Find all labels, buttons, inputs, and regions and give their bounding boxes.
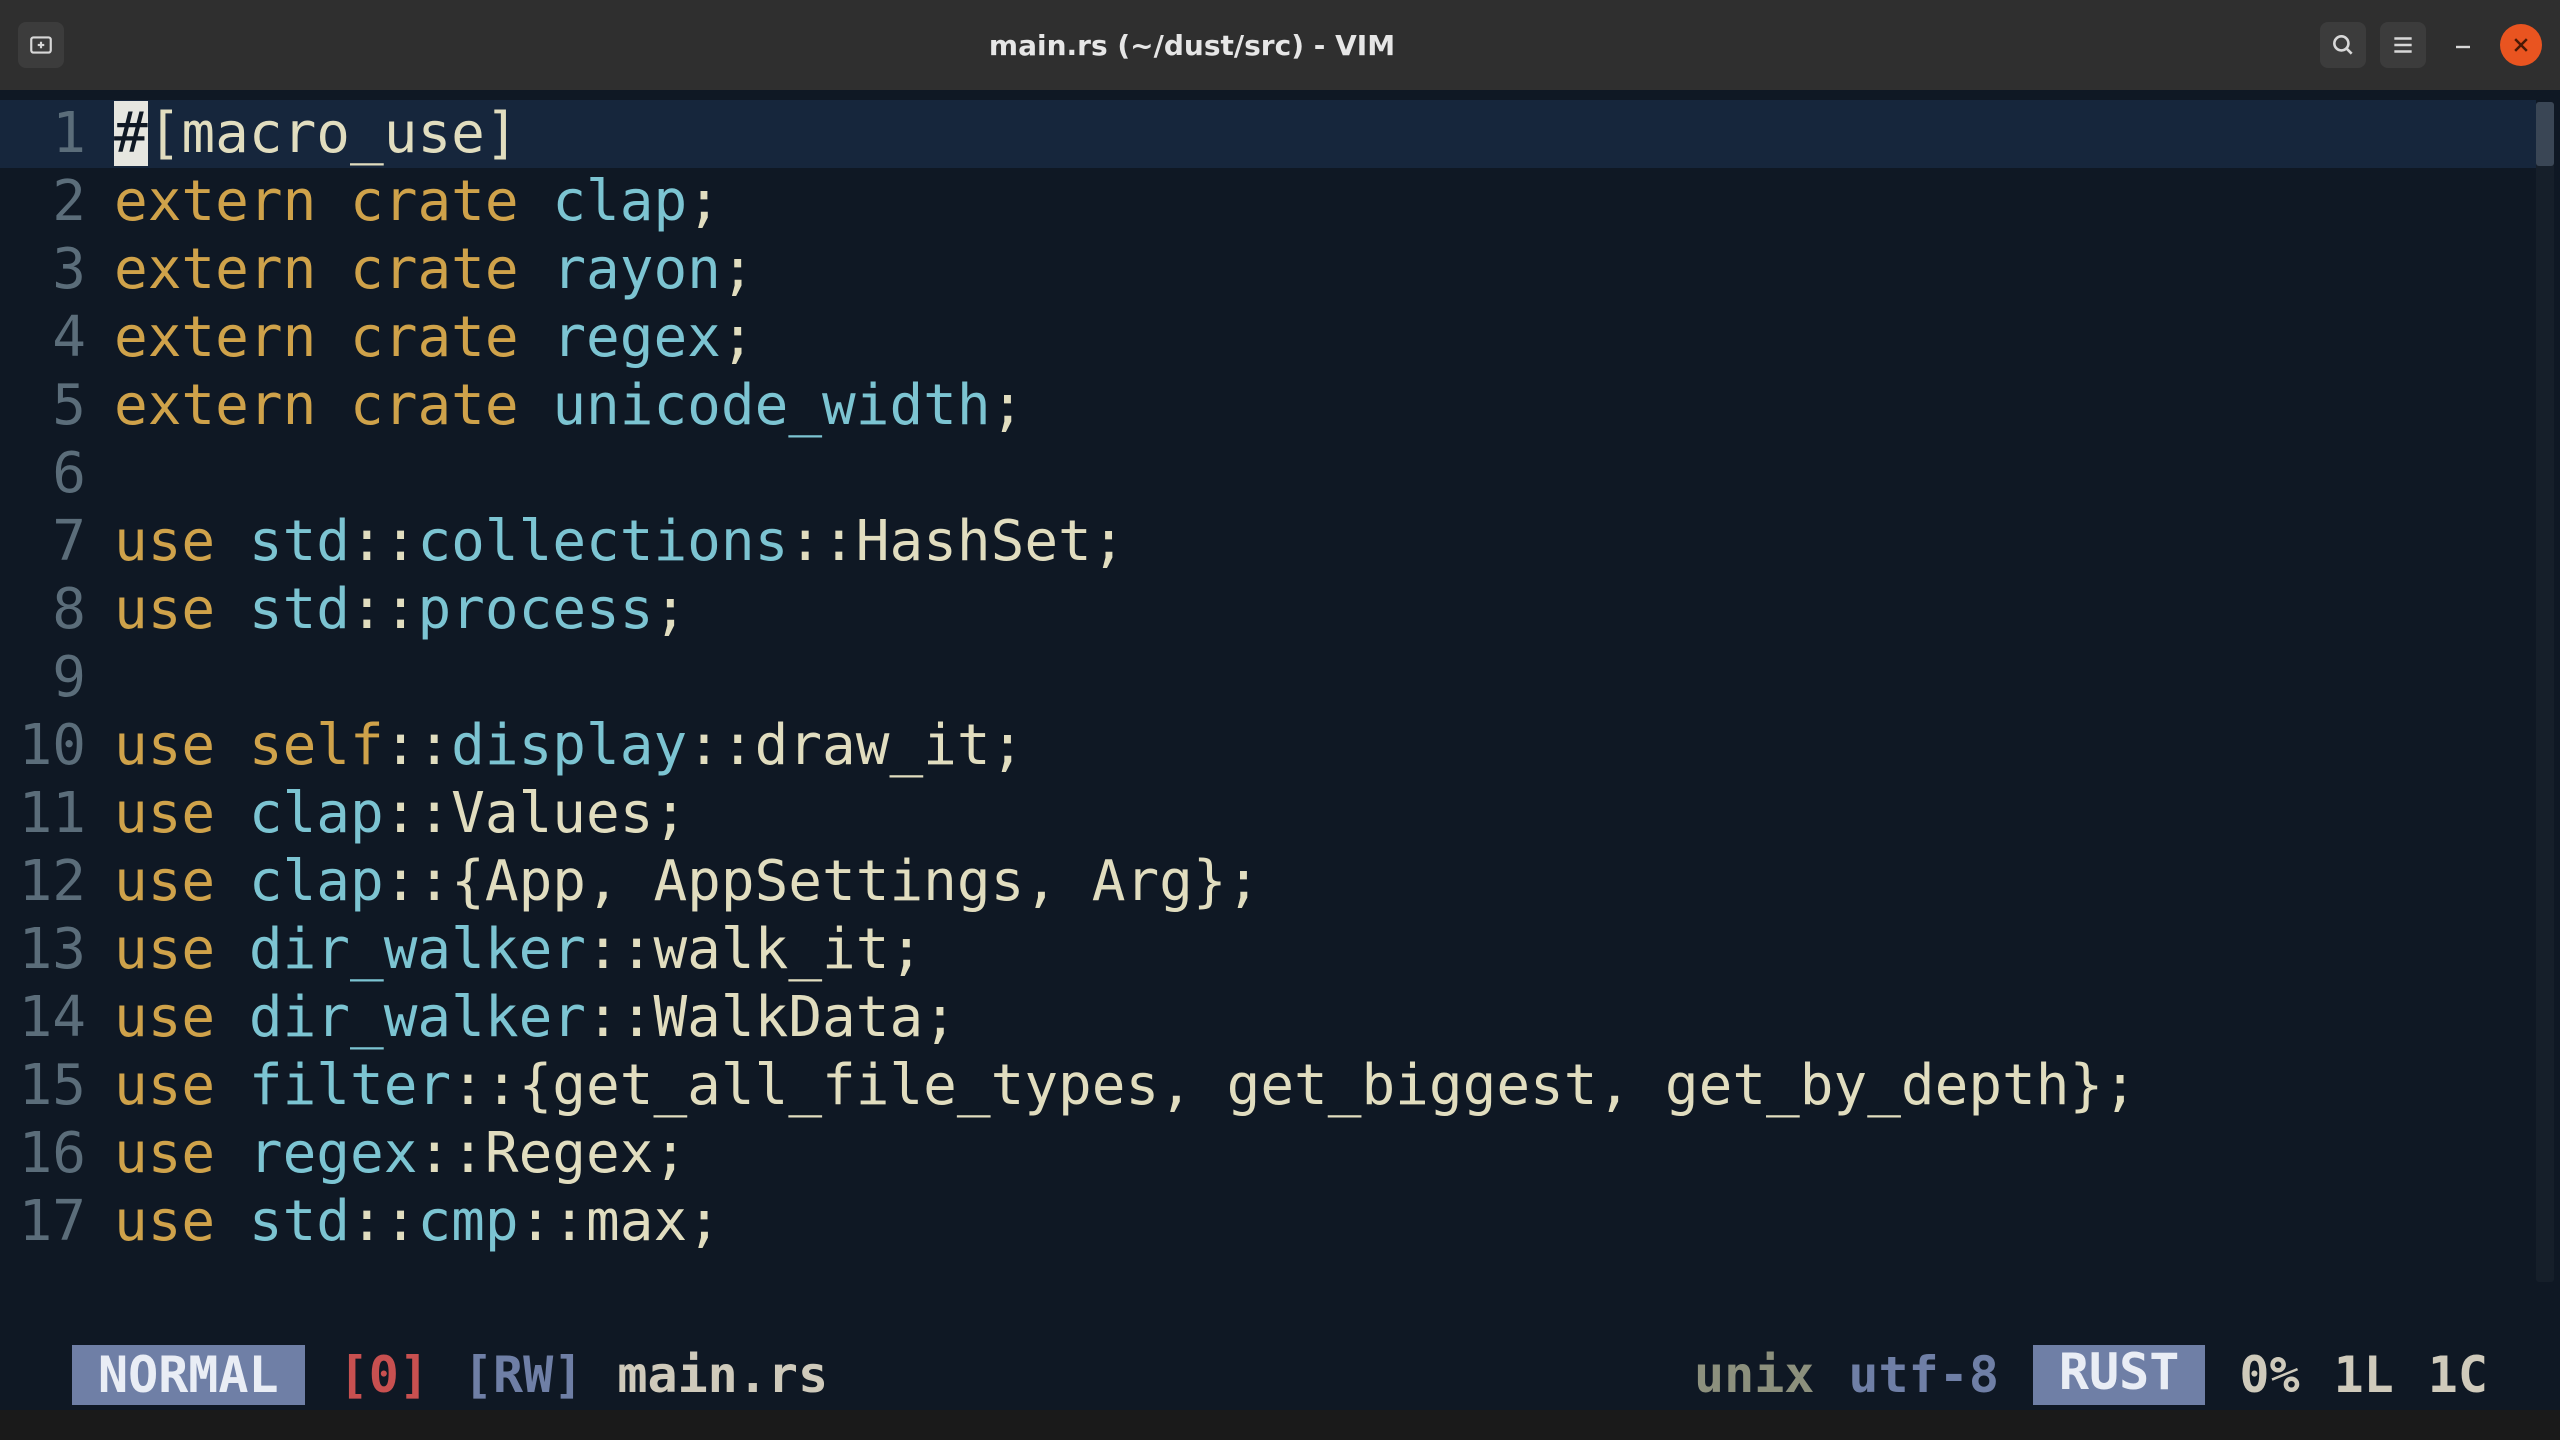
code-line[interactable]: 14use dir_walker::WalkData;	[10, 984, 2560, 1052]
statusline: NORMAL [0] [RW] main.rs unix utf-8 RUST …	[0, 1340, 2560, 1410]
line-content[interactable]: extern crate clap;	[114, 168, 721, 236]
status-fileformat: unix	[1694, 1346, 1814, 1404]
line-number: 7	[10, 508, 114, 576]
code-line[interactable]: 10use self::display::draw_it;	[10, 712, 2560, 780]
code-line[interactable]: 6	[10, 440, 2560, 508]
line-content[interactable]: use clap::{App, AppSettings, Arg};	[114, 848, 1260, 916]
status-encoding: utf-8	[1848, 1346, 1999, 1404]
line-number: 16	[10, 1120, 114, 1188]
code-line[interactable]: 15use filter::{get_all_file_types, get_b…	[10, 1052, 2560, 1120]
terminal-window: main.rs (~/dust/src) - VIM	[0, 0, 2560, 1410]
vim-mode: NORMAL	[72, 1345, 305, 1405]
desktop-bottom-strip	[0, 1410, 2560, 1440]
line-number: 10	[10, 712, 114, 780]
line-number: 2	[10, 168, 114, 236]
line-number: 12	[10, 848, 114, 916]
line-number: 11	[10, 780, 114, 848]
line-number: 17	[10, 1188, 114, 1256]
new-tab-button[interactable]	[18, 22, 64, 68]
status-filetype: RUST	[2033, 1345, 2205, 1405]
line-number: 14	[10, 984, 114, 1052]
line-content[interactable]: use std::process;	[114, 576, 687, 644]
search-icon	[2330, 32, 2356, 58]
code-line[interactable]: 11use clap::Values;	[10, 780, 2560, 848]
line-content[interactable]: #[macro_use]	[114, 100, 519, 168]
status-col: 1C	[2428, 1346, 2488, 1404]
line-content[interactable]: use std::cmp::max;	[114, 1188, 721, 1256]
minimize-icon	[2451, 33, 2475, 57]
line-content[interactable]: use filter::{get_all_file_types, get_big…	[114, 1052, 2137, 1120]
code-line[interactable]: 12use clap::{App, AppSettings, Arg};	[10, 848, 2560, 916]
code-line[interactable]: 9	[10, 644, 2560, 712]
line-number: 9	[10, 644, 114, 712]
menu-button[interactable]	[2380, 22, 2426, 68]
line-content[interactable]: use dir_walker::walk_it;	[114, 916, 923, 984]
line-number: 8	[10, 576, 114, 644]
code-line[interactable]: 2extern crate clap;	[10, 168, 2560, 236]
code-line[interactable]: 16use regex::Regex;	[10, 1120, 2560, 1188]
status-percent: 0%	[2239, 1346, 2299, 1404]
line-number: 15	[10, 1052, 114, 1120]
status-readwrite: [RW]	[463, 1346, 583, 1404]
code-line[interactable]: 8use std::process;	[10, 576, 2560, 644]
line-content[interactable]: use regex::Regex;	[114, 1120, 687, 1188]
hamburger-icon	[2390, 32, 2416, 58]
titlebar: main.rs (~/dust/src) - VIM	[0, 0, 2560, 90]
code-area[interactable]: 1#[macro_use]2extern crate clap;3extern …	[0, 90, 2560, 1256]
code-line[interactable]: 13use dir_walker::walk_it;	[10, 916, 2560, 984]
close-icon	[2511, 35, 2531, 55]
window-title: main.rs (~/dust/src) - VIM	[78, 29, 2306, 62]
line-number: 13	[10, 916, 114, 984]
close-button[interactable]	[2500, 24, 2542, 66]
minimize-button[interactable]	[2440, 22, 2486, 68]
code-line[interactable]: 7use std::collections::HashSet;	[10, 508, 2560, 576]
status-line: 1L	[2334, 1346, 2394, 1404]
line-content[interactable]: use self::display::draw_it;	[114, 712, 1024, 780]
line-content[interactable]: extern crate unicode_width;	[114, 372, 1024, 440]
code-line[interactable]: 4extern crate regex;	[10, 304, 2560, 372]
line-number: 1	[10, 100, 114, 168]
code-line[interactable]: 3extern crate rayon;	[10, 236, 2560, 304]
code-line[interactable]: 17use std::cmp::max;	[10, 1188, 2560, 1256]
line-content[interactable]: extern crate rayon;	[114, 236, 755, 304]
code-line[interactable]: 5extern crate unicode_width;	[10, 372, 2560, 440]
line-content[interactable]: use std::collections::HashSet;	[114, 508, 1126, 576]
line-content[interactable]: use dir_walker::WalkData;	[114, 984, 957, 1052]
line-number: 3	[10, 236, 114, 304]
status-filename: main.rs	[617, 1346, 828, 1404]
editor-viewport[interactable]: 1#[macro_use]2extern crate clap;3extern …	[0, 90, 2560, 1340]
code-line[interactable]: 1#[macro_use]	[10, 100, 2560, 168]
line-number: 4	[10, 304, 114, 372]
scrollbar-track[interactable]	[2536, 102, 2554, 1282]
line-content[interactable]: use clap::Values;	[114, 780, 687, 848]
search-button[interactable]	[2320, 22, 2366, 68]
status-changes: [0]	[339, 1346, 429, 1404]
line-number: 6	[10, 440, 114, 508]
scrollbar-thumb[interactable]	[2536, 102, 2554, 166]
line-content[interactable]: extern crate regex;	[114, 304, 755, 372]
line-number: 5	[10, 372, 114, 440]
